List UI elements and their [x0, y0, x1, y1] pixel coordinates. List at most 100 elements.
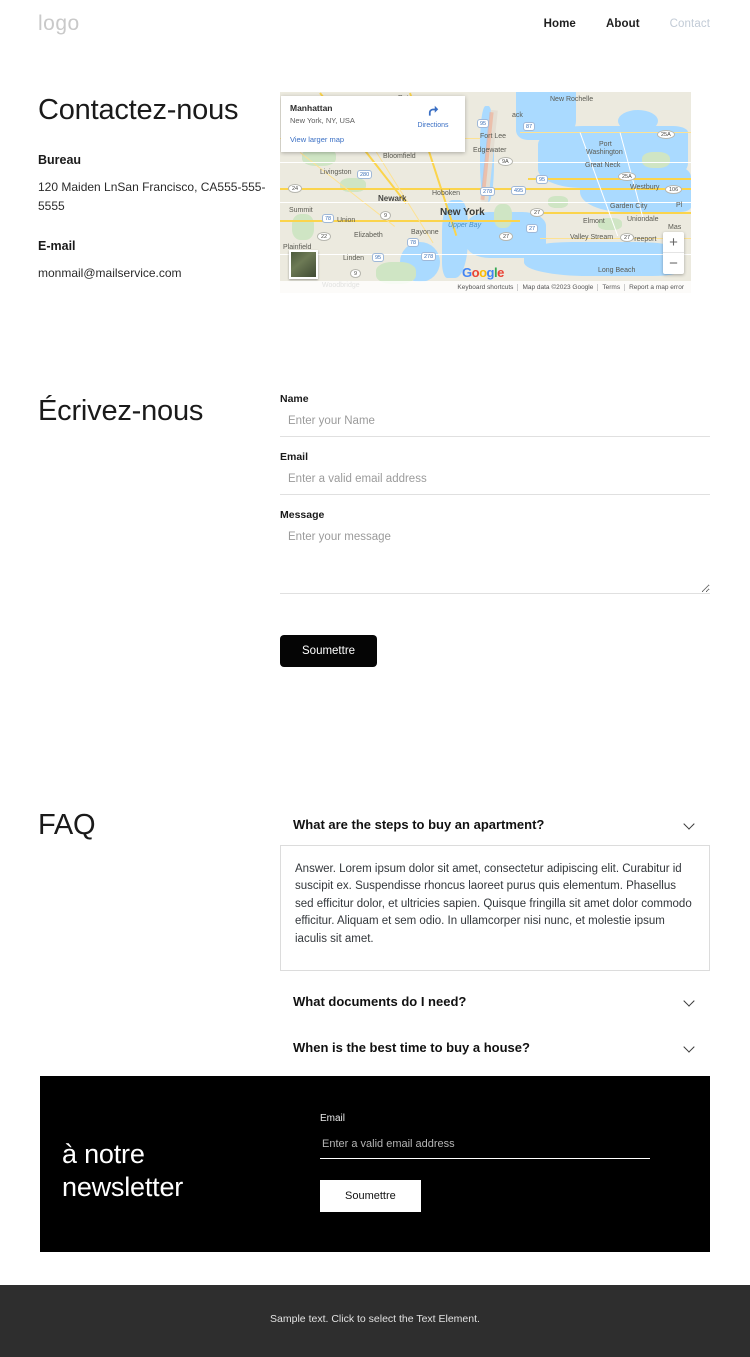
chevron-down-icon [685, 996, 696, 1007]
message-field-label: Message [280, 509, 325, 521]
map-route-shield: 280 [357, 170, 373, 179]
map-place-label: New Rochelle [550, 96, 594, 103]
map-place-label: Uniondale [627, 216, 659, 223]
map-route-shield: 78 [322, 214, 335, 223]
map-place-label: Upper Bay [448, 222, 482, 229]
map-place-label: New York [440, 207, 485, 218]
office-address: 120 Maiden LnSan Francisco, CA555-555-55… [38, 180, 266, 213]
map-place-label: Linden [343, 255, 365, 262]
map-place-label: Port [599, 141, 612, 148]
map-route-shield: 25A [618, 172, 636, 181]
map-place-label: Pl [676, 202, 683, 209]
chevron-down-icon [685, 819, 696, 830]
map-route-shield: 27 [526, 224, 539, 233]
map-route-shield: 22 [317, 232, 332, 241]
map-route-shield: 87 [523, 122, 536, 131]
newsletter-submit-button[interactable]: Soumettre [320, 1180, 421, 1212]
faq-title-column: FAQ [38, 807, 280, 1065]
map-route-shield: 27 [620, 233, 635, 242]
map-place-label: Long Beach [598, 267, 636, 274]
map-place-label: Newark [378, 194, 407, 203]
email-input[interactable] [280, 469, 710, 495]
submit-contact-button[interactable]: Soumettre [280, 635, 378, 667]
directions-label: Directions [417, 122, 449, 129]
map-data-text: Map data ©2023 Google [517, 283, 597, 291]
map-column: PatersonNew RochelleFort LeeEdgewaterPor… [280, 92, 710, 293]
faq-question-toggle-2[interactable]: What documents do I need? [280, 984, 710, 1019]
contact-info-column: Contactez-nous Bureau 120 Maiden LnSan F… [38, 92, 280, 293]
map-place-label: Valley Stream [570, 234, 614, 241]
view-larger-map-link[interactable]: View larger map [290, 135, 456, 144]
main-nav: Home About Contact [544, 18, 710, 30]
map-place-label: Bayonne [411, 229, 439, 236]
faq-question-text: What documents do I need? [293, 994, 467, 1010]
map-route-shield: 106 [665, 185, 683, 194]
map-place-label: Union [337, 217, 356, 224]
report-map-error-link[interactable]: Report a map error [624, 283, 688, 291]
chevron-down-icon [685, 1042, 696, 1053]
newsletter-email-input[interactable] [320, 1138, 650, 1159]
map-route-shield: 9A [498, 157, 513, 166]
nav-link-about[interactable]: About [606, 18, 640, 30]
faq-question-toggle-3[interactable]: When is the best time to buy a house? [280, 1030, 710, 1065]
map-attribution-bar: Keyboard shortcuts Map data ©2023 Google… [280, 281, 691, 293]
newsletter-section: à notre newsletter Email Soumettre [40, 1076, 710, 1252]
faq-answer-text: Answer. Lorem ipsum dolor sit amet, cons… [280, 845, 710, 972]
newsletter-title: à notre newsletter [62, 1138, 183, 1204]
map-route-shield: 27 [499, 232, 514, 241]
map-zoom-out-button[interactable]: − [663, 253, 684, 274]
faq-list: What are the steps to buy an apartment? … [280, 807, 710, 1065]
directions-button[interactable]: Directions [411, 104, 455, 129]
newsletter-form: Email Soumettre [282, 1076, 710, 1252]
map-route-shield: 278 [421, 252, 437, 261]
write-us-section: Écrivez-nous Name Email Message Soumettr… [0, 393, 750, 667]
contact-form: Name Email Message Soumettre [280, 393, 710, 667]
map-place-label: Bloomfield [383, 153, 416, 160]
faq-question-text: When is the best time to buy a house? [293, 1040, 530, 1056]
map-place-label: Fort Lee [480, 133, 507, 140]
name-input[interactable] [280, 411, 710, 437]
satellite-thumbnail-button[interactable] [289, 250, 318, 279]
map-route-shield: 278 [480, 187, 496, 196]
email-field-label: Email [280, 451, 309, 463]
map-route-shield: 27 [530, 208, 545, 217]
message-textarea[interactable] [280, 527, 710, 594]
map-place-label: Elmont [583, 218, 605, 225]
name-field-group: Name [280, 393, 710, 437]
map-place-label: Livingston [320, 169, 352, 176]
faq-title: FAQ [38, 809, 96, 841]
map-info-card[interactable]: Manhattan New York, NY, USA View larger … [281, 96, 465, 152]
map-place-label: Westbury [630, 184, 660, 191]
faq-section: FAQ What are the steps to buy an apartme… [0, 807, 750, 1065]
map-zoom-in-button[interactable]: + [663, 232, 684, 253]
footer-sample-text[interactable]: Sample text. Click to select the Text El… [270, 1313, 480, 1325]
map-place-label: Mas [668, 224, 682, 231]
faq-item: What are the steps to buy an apartment? … [280, 807, 710, 972]
faq-item: What documents do I need? [280, 984, 710, 1019]
google-map[interactable]: PatersonNew RochelleFort LeeEdgewaterPor… [280, 92, 691, 293]
faq-item: When is the best time to buy a house? [280, 1030, 710, 1065]
logo[interactable]: logo [38, 12, 80, 36]
google-watermark: Google [462, 265, 504, 280]
map-place-label: Great Neck [585, 162, 621, 169]
faq-question-toggle-1[interactable]: What are the steps to buy an apartment? [280, 807, 710, 842]
map-route-shield: 95 [372, 253, 385, 262]
nav-link-home[interactable]: Home [544, 18, 576, 30]
nav-link-contact[interactable]: Contact [670, 18, 710, 30]
newsletter-email-label: Email [320, 1113, 346, 1124]
email-field-group: Email [280, 451, 710, 495]
terms-link[interactable]: Terms [597, 283, 624, 291]
keyboard-shortcuts-link[interactable]: Keyboard shortcuts [453, 284, 517, 291]
map-route-shield: 9 [350, 269, 362, 278]
map-route-shield: 24 [288, 184, 303, 193]
site-footer: Sample text. Click to select the Text El… [0, 1285, 750, 1357]
faq-question-text: What are the steps to buy an apartment? [293, 817, 545, 832]
map-place-label: Edgewater [473, 147, 507, 154]
map-route-shield: 95 [536, 175, 549, 184]
map-route-shield: 9 [380, 211, 392, 220]
map-place-label: Summit [289, 207, 313, 214]
map-place-label: Garden City [610, 203, 648, 210]
email-address: monmail@mailservice.com [38, 266, 182, 281]
map-route-shield: 95 [477, 119, 490, 128]
map-zoom-controls[interactable]: + − [663, 232, 684, 274]
